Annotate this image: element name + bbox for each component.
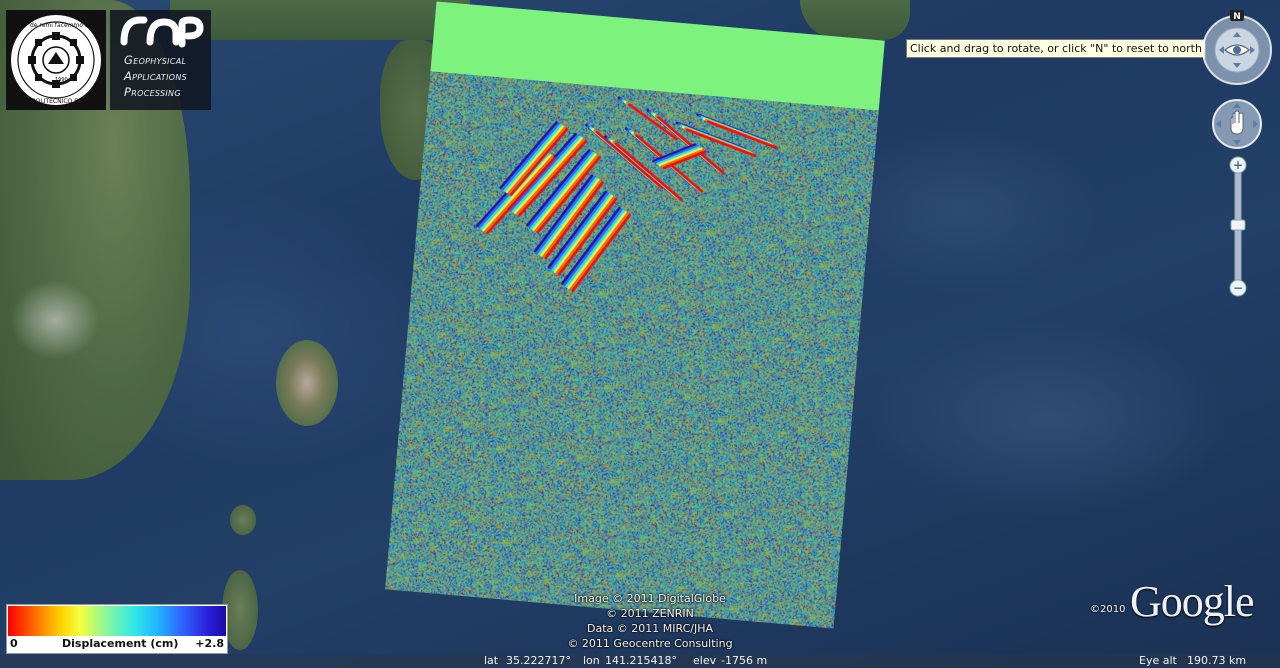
gap-line-2: Applications — [124, 69, 188, 83]
deformation-fringes — [475, 96, 778, 292]
status-bar: lat 35.222717° lon 141.215418° elev -175… — [0, 654, 1280, 668]
imagery-attribution: Image © 2011 DigitalGlobe © 2011 ZENRIN … — [540, 591, 760, 651]
eye-alt-label: Eye alt — [1139, 654, 1177, 667]
lon-value: 141.215418° — [605, 654, 677, 667]
island-small — [230, 505, 256, 535]
eye-alt-value: 190.73 km — [1187, 654, 1247, 667]
politecnico-bari-logo: de remi facemmo ali POLITECNICO DI BARI … — [6, 10, 106, 110]
interferogram-overlay — [385, 1, 885, 629]
elev-value: -1756 m — [721, 654, 768, 667]
zoom-thumb[interactable] — [1230, 219, 1246, 231]
coastline-land-north — [170, 0, 470, 40]
seal-name: POLITECNICO DI BARI — [32, 98, 97, 105]
island-volcanic — [276, 340, 338, 426]
legend-colorbar — [8, 606, 226, 636]
zoom-in-icon: + — [1233, 158, 1243, 172]
lat-value: 35.222717° — [506, 654, 571, 667]
legend-max: +2.8 — [195, 637, 224, 650]
legend-label: Displacement (cm) — [62, 637, 179, 650]
google-logo: Google — [1130, 577, 1255, 626]
displacement-legend: 0 Displacement (cm) +2.8 — [6, 604, 228, 654]
attribution-line-2: © 2011 ZENRIN — [606, 607, 694, 620]
gap-line-3: Processing — [124, 85, 181, 99]
lon-label: lon — [583, 654, 600, 667]
zoom-out-icon: − — [1233, 281, 1243, 295]
attribution-line-3: Data © 2011 MIRC/JHA — [586, 622, 713, 635]
gap-wordmark: Geophysical Applications Processing — [124, 52, 187, 100]
hand-icon — [1230, 110, 1244, 135]
zoom-out-button[interactable]: − — [1229, 279, 1247, 297]
gap-mark-icon — [120, 16, 204, 48]
gap-logo: Geophysical Applications Processing — [110, 10, 211, 110]
attribution-line-1: Image © 2011 DigitalGlobe — [574, 592, 726, 605]
attribution-line-4: © 2011 Geocentre Consulting — [567, 637, 733, 650]
gap-line-1: Geophysical — [124, 53, 187, 67]
legend-min: 0 — [10, 637, 18, 650]
rotate-control[interactable]: N — [1199, 10, 1275, 86]
google-copyright: ©2010 — [1090, 604, 1126, 615]
lat-label: lat — [484, 654, 499, 667]
cloud-patch — [10, 280, 100, 360]
zoom-slider[interactable]: + − — [1228, 155, 1248, 300]
seal-motto: de remi facemmo ali — [30, 22, 92, 29]
north-label: N — [1233, 12, 1241, 22]
elev-label: elev — [693, 654, 717, 667]
seal-year: 1990 — [55, 77, 68, 83]
rotate-tooltip: Click and drag to rotate, or click "N" t… — [906, 39, 1206, 58]
pan-control[interactable] — [1211, 98, 1263, 150]
fringe-band — [706, 120, 778, 149]
zoom-in-button[interactable]: + — [1229, 156, 1247, 174]
